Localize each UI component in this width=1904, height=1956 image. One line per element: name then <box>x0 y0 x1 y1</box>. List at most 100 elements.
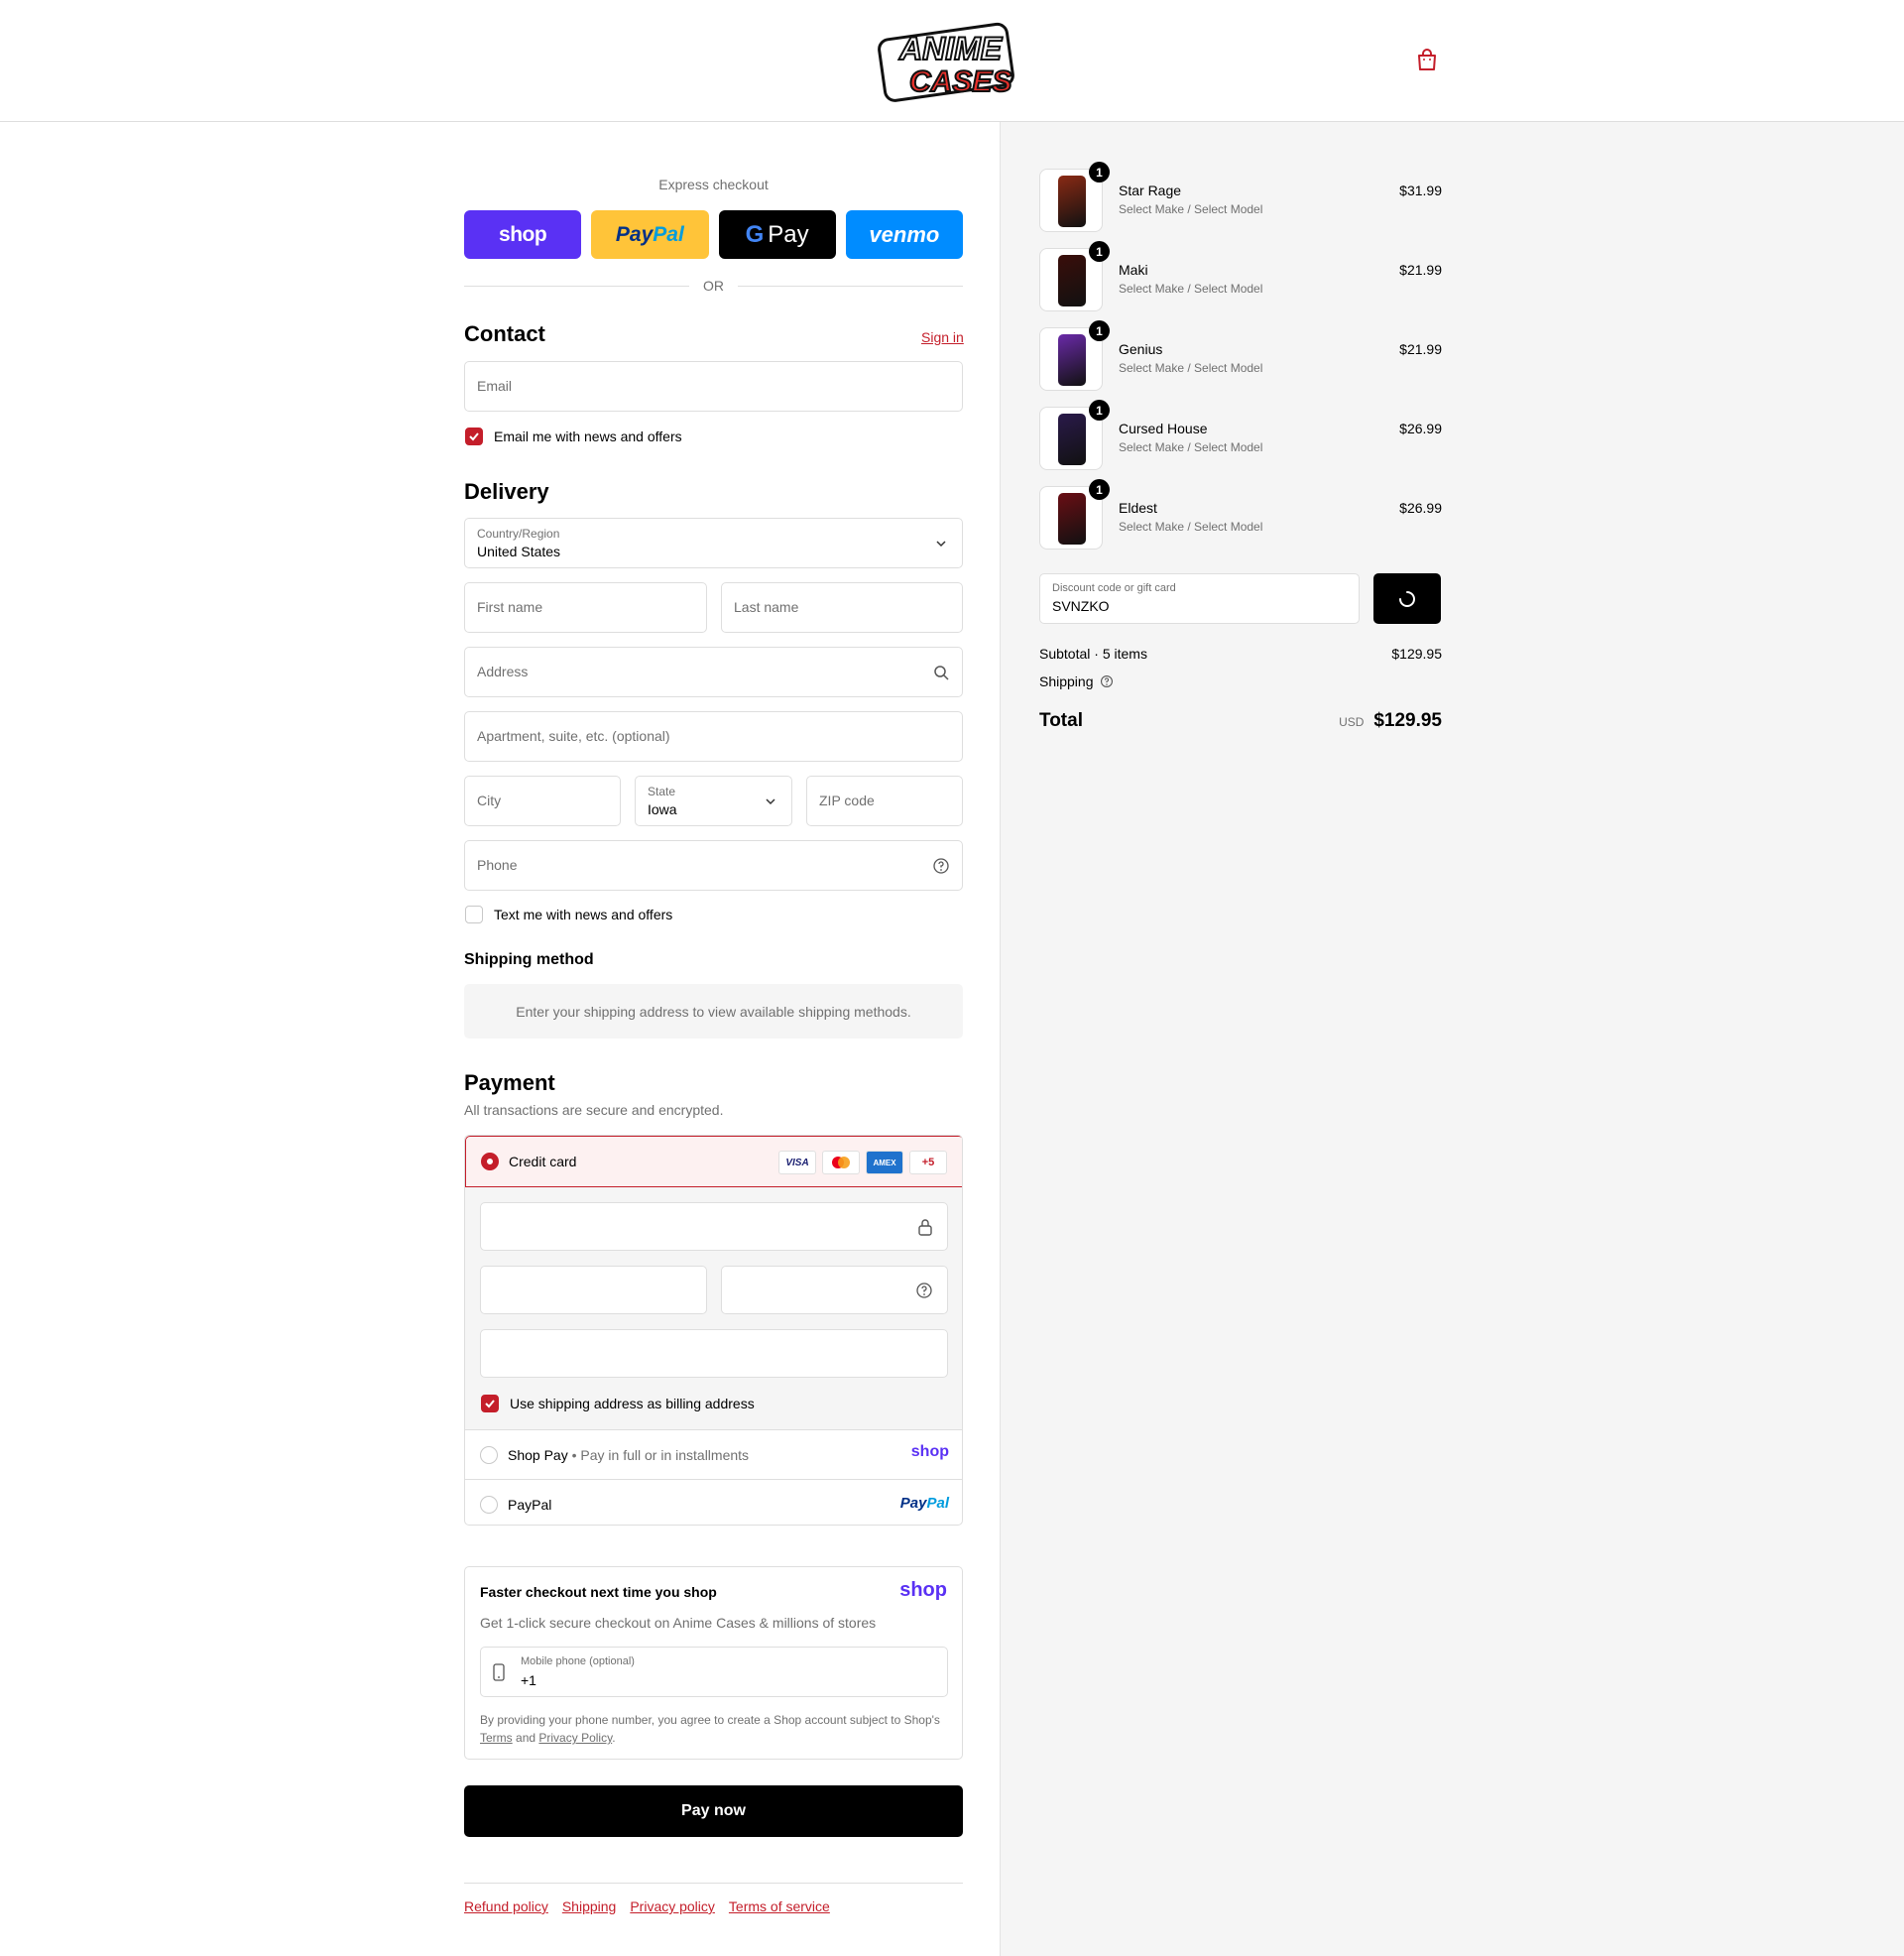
total-value: $129.95 <box>1373 710 1442 731</box>
item-variant: Select Make / Select Model <box>1119 202 1263 216</box>
country-select[interactable]: Country/Region United States <box>464 518 963 568</box>
shop-pay-option[interactable]: Shop Pay • Pay in full or in installment… <box>465 1430 962 1480</box>
shipping-method-message: Enter your shipping address to view avai… <box>464 984 963 1039</box>
loading-spinner-icon <box>1399 590 1415 607</box>
anime-cases-logo[interactable]: ANIME CASES <box>876 18 1026 103</box>
item-price: $31.99 <box>1399 183 1442 198</box>
help-circle-icon[interactable] <box>1100 674 1114 688</box>
shop-legal-period: . <box>612 1731 616 1745</box>
last-name-placeholder: Last name <box>734 599 799 615</box>
shop-privacy-link[interactable]: Privacy Policy <box>538 1731 612 1745</box>
discount-code-field[interactable]: Discount code or gift card SVNZKO <box>1039 573 1360 624</box>
paypal-logo: PayPal <box>899 1495 949 1512</box>
shipping-link[interactable]: Shipping <box>562 1898 617 1914</box>
card-number-field[interactable] <box>480 1202 948 1251</box>
more-cards-badge: +5 <box>909 1151 947 1174</box>
or-divider: OR <box>464 276 963 296</box>
shop-legal-body: By providing your phone number, you agre… <box>480 1713 940 1727</box>
shopping-bag-icon[interactable] <box>1416 48 1438 71</box>
card-brands: VISA AMEX +5 <box>778 1151 947 1174</box>
paypal-button[interactable]: Pay Pal <box>591 210 709 259</box>
quantity-badge: 1 <box>1089 320 1110 341</box>
phone-case-image <box>1058 255 1086 306</box>
payment-methods: Credit card VISA AMEX +5 Use shipping ad… <box>464 1135 963 1526</box>
payment-heading: Payment <box>464 1070 555 1095</box>
paypal-label-b: Pal <box>653 222 684 246</box>
help-circle-icon[interactable] <box>915 1282 933 1299</box>
phone-case-image <box>1058 334 1086 386</box>
order-summary-panel <box>1000 122 1904 1956</box>
paypal-label-a: Pay <box>615 222 654 246</box>
shop-promo-logo: shop <box>899 1579 947 1601</box>
google-pay-label: Pay <box>768 220 809 248</box>
text-opt-in-checkbox[interactable] <box>465 906 483 923</box>
zip-field[interactable]: ZIP code <box>806 776 963 826</box>
last-name-field[interactable]: Last name <box>721 582 963 633</box>
item-price: $21.99 <box>1399 262 1442 278</box>
shop-terms-link[interactable]: Terms <box>480 1731 513 1745</box>
apartment-field[interactable]: Apartment, suite, etc. (optional) <box>464 711 963 762</box>
sign-in-link[interactable]: Sign in <box>921 329 964 345</box>
pay-now-button[interactable]: Pay now <box>464 1785 963 1837</box>
city-field[interactable]: City <box>464 776 621 826</box>
google-pay-button[interactable]: G Pay <box>718 210 836 259</box>
country-value: United States <box>477 544 561 559</box>
phone-field[interactable]: Phone <box>464 840 963 891</box>
address-field[interactable]: Address <box>464 647 963 697</box>
product-thumbnail: 1 <box>1039 241 1110 311</box>
item-name: Genius <box>1119 341 1163 357</box>
security-code-field[interactable] <box>721 1266 948 1314</box>
mobile-phone-value: +1 <box>521 1672 536 1688</box>
email-opt-in-checkbox[interactable] <box>465 428 483 445</box>
help-circle-icon[interactable] <box>932 857 950 875</box>
apply-discount-button[interactable] <box>1373 573 1441 624</box>
shipping-method-heading: Shipping method <box>464 951 594 968</box>
paypal-option[interactable]: PayPal PayPal <box>465 1480 962 1525</box>
item-price: $26.99 <box>1399 421 1442 436</box>
subtotal-row: Subtotal · 5 items $129.95 <box>1039 646 1442 662</box>
state-value: Iowa <box>648 801 677 817</box>
email-field[interactable]: Email <box>464 361 963 412</box>
zip-placeholder: ZIP code <box>819 793 875 808</box>
credit-card-option[interactable]: Credit card VISA AMEX +5 <box>465 1136 962 1187</box>
first-name-field[interactable]: First name <box>464 582 707 633</box>
billing-same-option[interactable]: Use shipping address as billing address <box>481 1395 755 1412</box>
cart-item: 1 Maki Select Make / Select Model $21.99 <box>1039 241 1442 311</box>
venmo-button[interactable]: venmo <box>845 210 963 259</box>
currency-code: USD <box>1339 715 1365 729</box>
subtotal-label: Subtotal · 5 items <box>1039 646 1147 662</box>
shop-pay-desc: Pay in full or in installments <box>580 1447 750 1463</box>
billing-same-checkbox[interactable] <box>481 1395 499 1412</box>
apartment-placeholder: Apartment, suite, etc. (optional) <box>477 728 670 744</box>
item-name: Eldest <box>1119 500 1157 516</box>
state-select[interactable]: State Iowa <box>635 776 792 826</box>
refund-policy-link[interactable]: Refund policy <box>464 1898 548 1914</box>
shop-pay-button[interactable]: shop <box>464 210 582 259</box>
email-opt-in[interactable]: Email me with news and offers <box>465 428 682 445</box>
terms-of-service-link[interactable]: Terms of service <box>729 1898 830 1914</box>
paypal-option-label: PayPal <box>508 1497 552 1513</box>
subtotal-value: $129.95 <box>1391 646 1442 662</box>
phone-case-image <box>1058 176 1086 227</box>
cart-item: 1 Cursed House Select Make / Select Model $… <box>1039 400 1442 470</box>
paypal-radio[interactable] <box>480 1496 498 1514</box>
privacy-policy-link[interactable]: Privacy policy <box>630 1898 715 1914</box>
or-text: OR <box>703 278 724 294</box>
delivery-heading: Delivery <box>464 479 549 504</box>
phone-placeholder: Phone <box>477 857 518 873</box>
expiry-field[interactable] <box>480 1266 707 1314</box>
item-name: Star Rage <box>1119 183 1182 198</box>
email-opt-in-label: Email me with news and offers <box>494 428 682 444</box>
mobile-phone-field[interactable]: Mobile phone (optional) +1 <box>480 1647 948 1697</box>
item-name: Cursed House <box>1119 421 1208 436</box>
item-price: $26.99 <box>1399 500 1442 516</box>
shop-pay-radio[interactable] <box>480 1446 498 1464</box>
email-placeholder: Email <box>477 378 513 394</box>
credit-card-radio[interactable] <box>481 1153 499 1170</box>
shop-promo-title: Faster checkout next time you shop <box>480 1584 717 1600</box>
name-on-card-field[interactable] <box>480 1329 948 1378</box>
product-thumbnail: 1 <box>1039 400 1110 470</box>
header: ANIME CASES <box>0 0 1904 122</box>
credit-card-form: Use shipping address as billing address <box>465 1187 962 1430</box>
text-opt-in[interactable]: Text me with news and offers <box>465 906 672 923</box>
